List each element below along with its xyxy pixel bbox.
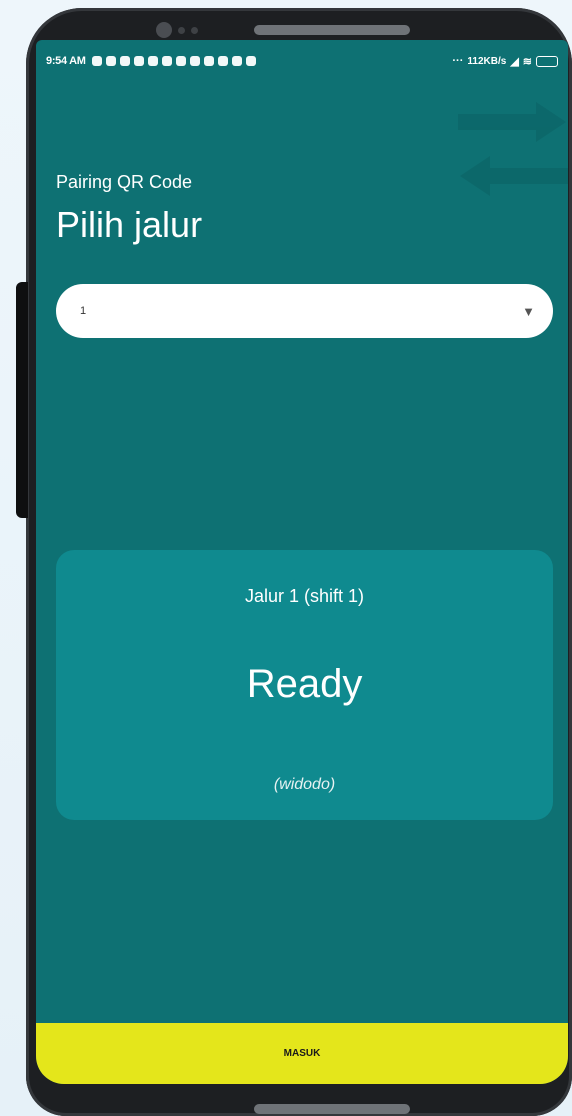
app-icon [203,56,214,66]
earpiece-speaker [254,25,410,35]
line-label: Jalur 1 (shift 1) [244,586,365,606]
app-icon [161,56,172,66]
line-select-value: 1 [80,305,87,317]
status-time: 9:54 AM [46,55,86,67]
line-select-dropdown[interactable]: 1 ▼ [56,284,553,338]
line-status-card: Jalur 1 (shift 1) Ready (widodo) [56,550,553,820]
app-icon [147,56,158,66]
app-icon [189,56,200,66]
instagram-icon [133,56,144,66]
more-icon: ··· [452,55,464,67]
line-status-text: Ready [246,662,363,706]
front-camera [156,22,172,38]
sensor-dots [178,27,198,34]
bottom-bar [254,1104,410,1114]
net-speed: 112KB/s [467,55,507,67]
whatsapp-icon [91,56,102,66]
masuk-button[interactable]: MASUK [36,1023,568,1084]
facebook-icon [119,56,130,66]
app-icon [217,56,228,66]
swap-arrows-icon [458,102,568,196]
side-button [16,282,28,518]
page: 9:54 AM ··· 112KB/s ◢ ≋ Pairing QR Code … [0,0,572,1116]
notification-icons [91,56,256,66]
operator-name: (widodo) [273,776,336,793]
status-bar: 9:54 AM ··· 112KB/s ◢ ≋ [36,50,568,72]
dropdown-arrow-icon: ▼ [522,303,535,319]
app-screen: 9:54 AM ··· 112KB/s ◢ ≋ Pairing QR Code … [36,40,568,1084]
facebook-icon [105,56,116,66]
wifi-icon: ≋ [522,55,532,68]
signal-icon: ◢ [510,55,519,68]
app-icon [175,56,186,66]
page-subtitle: Pairing QR Code [56,172,193,192]
app-icon [245,56,256,66]
battery-icon [536,55,558,67]
app-icon [231,56,242,66]
status-right: ··· 112KB/s ◢ ≋ [452,55,558,68]
page-title: Pilih jalur [56,204,203,245]
